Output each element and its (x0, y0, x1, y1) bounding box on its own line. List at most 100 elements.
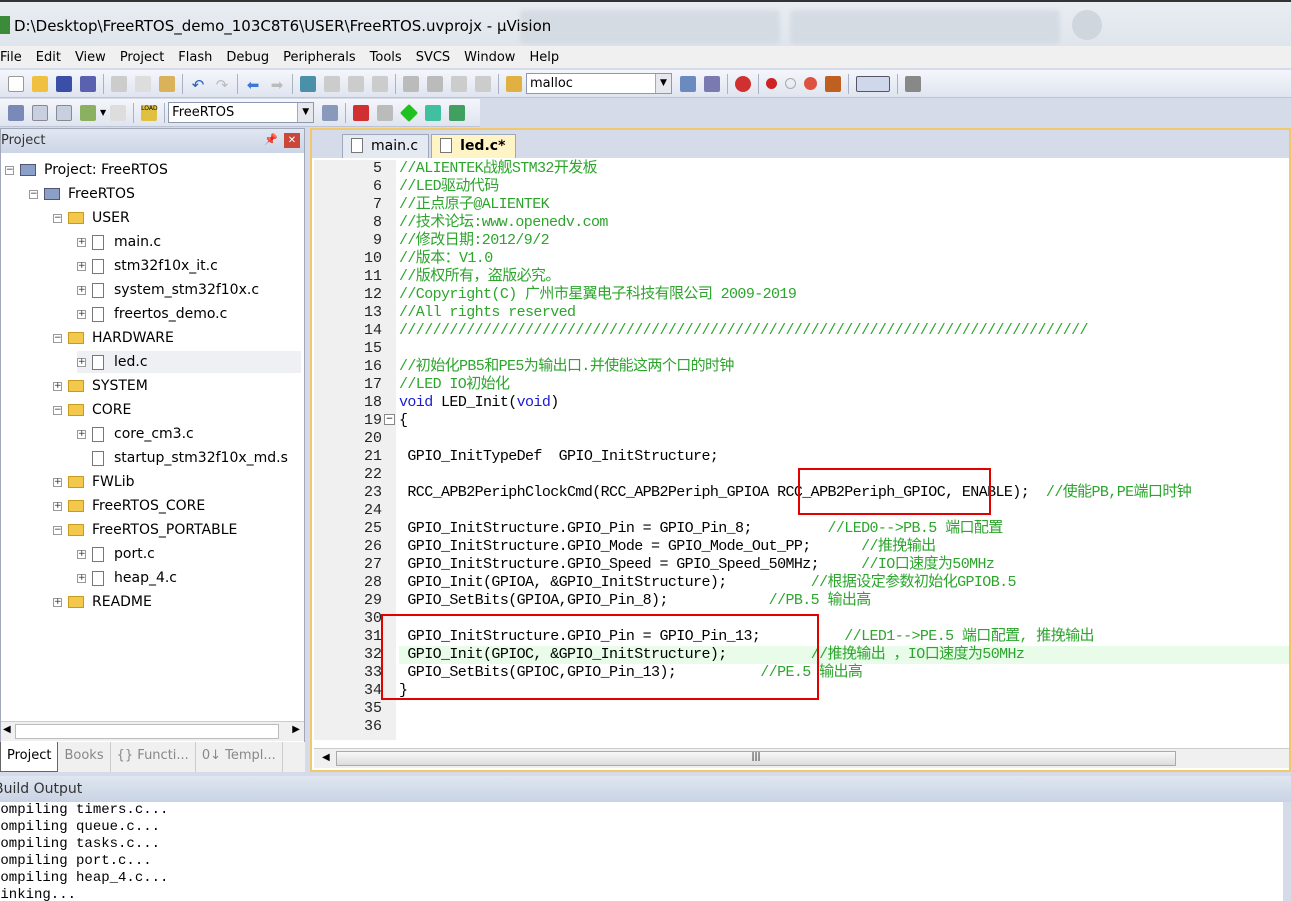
menu-help[interactable]: Help (522, 50, 566, 65)
tree-item[interactable]: + led.c (77, 351, 301, 373)
expand-icon[interactable]: + (77, 261, 86, 271)
select-packs-icon[interactable] (425, 104, 442, 121)
build-output[interactable]: compiling timers.c... compiling queue.c..… (0, 802, 1283, 901)
kill-breakpoints-icon[interactable] (804, 77, 817, 90)
target-options-icon[interactable] (322, 104, 339, 121)
tree-item[interactable]: + port.c (77, 543, 155, 565)
code-line[interactable]: GPIO_InitStructure.GPIO_Mode = GPIO_Mode… (399, 538, 1289, 556)
code-line[interactable]: //ALIENTEK战舰STM32开发板 (399, 160, 1289, 178)
code-line[interactable]: GPIO_InitStructure.GPIO_Speed = GPIO_Spe… (399, 556, 1289, 574)
menu-flash[interactable]: Flash (171, 50, 219, 65)
save-icon[interactable] (56, 75, 72, 92)
redo-icon[interactable]: ↷ (214, 76, 230, 94)
chevron-down-icon[interactable]: ▼ (297, 103, 314, 122)
rebuild-icon[interactable] (56, 104, 72, 121)
find-icon[interactable] (680, 75, 696, 92)
tree-item[interactable]: + core_cm3.c (77, 423, 194, 445)
window-layout-icon[interactable] (856, 75, 890, 92)
open-icon[interactable] (32, 75, 48, 92)
code-line[interactable] (399, 340, 1289, 358)
expand-icon[interactable]: + (77, 309, 86, 319)
expand-icon[interactable]: + (53, 597, 62, 607)
breakpoint-options-icon[interactable] (825, 75, 841, 92)
code-line[interactable]: GPIO_InitStructure.GPIO_Pin = GPIO_Pin_8… (399, 520, 1289, 538)
code-line[interactable]: //LED IO初始化 (399, 376, 1289, 394)
manage-packs-icon[interactable] (400, 103, 419, 122)
expand-icon[interactable]: + (77, 285, 86, 295)
tree-item[interactable]: − USER (53, 207, 130, 229)
tree-item[interactable]: + FWLib (53, 471, 134, 493)
manage-runtime-icon[interactable] (449, 104, 466, 121)
copy-icon[interactable] (135, 75, 151, 92)
menu-view[interactable]: View (68, 50, 113, 65)
expand-icon[interactable]: + (53, 501, 62, 511)
load-icon[interactable]: LOAD (141, 104, 158, 121)
expand-icon[interactable]: + (77, 429, 86, 439)
code-line[interactable] (399, 718, 1289, 736)
indent-icon[interactable] (403, 75, 419, 92)
tree-item[interactable]: + README (53, 591, 152, 613)
pin-icon[interactable]: 📌 (264, 133, 278, 146)
cut-icon[interactable] (111, 75, 127, 92)
build-icon[interactable] (32, 104, 48, 121)
code-line[interactable]: GPIO_InitTypeDef GPIO_InitStructure; (399, 448, 1289, 466)
uncomment-icon[interactable] (475, 75, 491, 92)
code-line[interactable]: GPIO_SetBits(GPIOA,GPIO_Pin_8); //PB.5 输… (399, 592, 1289, 610)
scroll-thumb[interactable]: ||| (336, 751, 1176, 766)
code-line[interactable]: //版权所有，盗版必究。 (399, 268, 1289, 286)
code-line[interactable]: //技术论坛:www.openedv.com (399, 214, 1289, 232)
tree-item[interactable]: + stm32f10x_it.c (77, 255, 218, 277)
tree-item[interactable]: − CORE (53, 399, 131, 421)
configure-icon[interactable] (905, 75, 921, 92)
forward-icon[interactable]: ➡ (269, 76, 285, 94)
tab-led-c[interactable]: led.c* (431, 134, 517, 158)
clear-bookmarks-icon[interactable] (372, 75, 388, 92)
tree-item[interactable]: − Project: FreeRTOS (5, 159, 168, 181)
scroll-right-icon[interactable]: ▶ (292, 724, 300, 735)
back-icon[interactable]: ⬅ (245, 76, 261, 94)
code-line[interactable]: //修改日期:2012/9/2 (399, 232, 1289, 250)
expand-icon[interactable]: + (77, 237, 86, 247)
find-combo[interactable]: malloc ▼ (526, 73, 672, 94)
batch-build-icon[interactable] (80, 104, 96, 121)
collapse-icon[interactable]: − (53, 405, 62, 415)
code-line[interactable] (399, 430, 1289, 448)
incremental-find-icon[interactable] (704, 75, 720, 92)
multi-project-icon[interactable] (377, 104, 394, 121)
manage-project-icon[interactable] (353, 104, 370, 121)
target-combo[interactable]: FreeRTOS ▼ (168, 102, 315, 123)
tree-item[interactable]: − HARDWARE (53, 327, 174, 349)
tree-item[interactable]: − FreeRTOS (29, 183, 135, 205)
prev-bookmark-icon[interactable] (324, 75, 340, 92)
menu-debug[interactable]: Debug (219, 50, 276, 65)
menu-svcs[interactable]: SVCS (409, 50, 457, 65)
code-line[interactable]: void LED_Init(void) (399, 394, 1289, 412)
tree-item[interactable]: − FreeRTOS_PORTABLE (53, 519, 237, 541)
undo-icon[interactable]: ↶ (190, 76, 206, 94)
code-line[interactable]: GPIO_Init(GPIOA, &GPIO_InitStructure); /… (399, 574, 1289, 592)
tree-item[interactable]: +startup_stm32f10x_md.s (77, 447, 288, 469)
collapse-icon[interactable]: − (29, 189, 38, 199)
expand-icon[interactable]: + (77, 549, 86, 559)
expand-icon[interactable]: + (77, 573, 86, 583)
expand-icon[interactable]: + (53, 477, 62, 487)
tree-item[interactable]: + FreeRTOS_CORE (53, 495, 205, 517)
debug-session-icon[interactable] (735, 75, 751, 92)
fold-icon[interactable]: − (384, 414, 395, 425)
tab-books[interactable]: Books (58, 742, 111, 772)
scroll-thumb[interactable] (15, 724, 279, 739)
breakpoint-icon[interactable] (766, 78, 777, 89)
tree-item[interactable]: + main.c (77, 231, 161, 253)
menu-file[interactable]: File (0, 50, 29, 65)
bookmark-icon[interactable] (300, 75, 316, 92)
horizontal-scrollbar[interactable]: ◀ ▶ (1, 721, 304, 741)
tab-templates[interactable]: 0↓ Templ... (196, 742, 283, 772)
stop-build-icon[interactable] (110, 104, 127, 121)
collapse-icon[interactable]: − (53, 525, 62, 535)
scroll-left-icon[interactable]: ◀ (322, 752, 330, 763)
scroll-left-icon[interactable]: ◀ (3, 724, 11, 735)
unindent-icon[interactable] (427, 75, 443, 92)
paste-icon[interactable] (159, 75, 175, 92)
code-line[interactable] (399, 700, 1289, 718)
collapse-icon[interactable]: − (5, 165, 14, 175)
